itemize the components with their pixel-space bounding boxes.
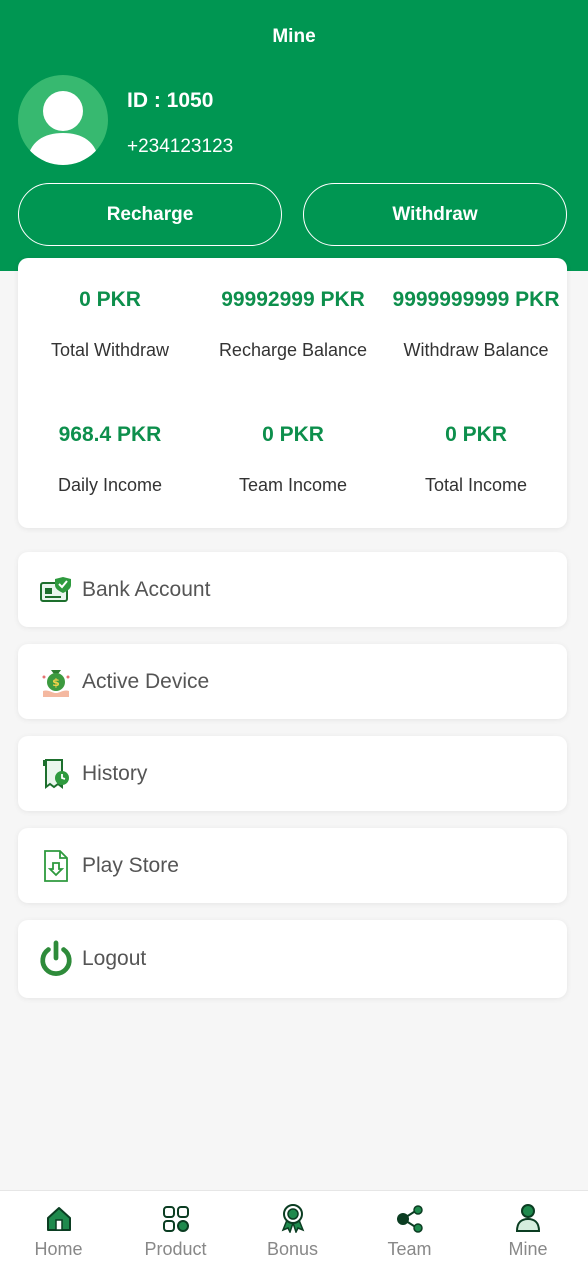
bottom-tab-bar: Home Product Bonus Team Mine [0, 1190, 588, 1262]
stat-value: 968.4 PKR [58, 423, 162, 446]
stat-withdraw-balance: 9999999999 PKR Withdraw Balance [384, 288, 568, 361]
stat-value: 9999999999 PKR [392, 288, 560, 311]
stat-recharge-balance: 99992999 PKR Recharge Balance [201, 288, 385, 361]
stat-total-withdraw: 0 PKR Total Withdraw [18, 288, 202, 361]
stat-value: 99992999 PKR [221, 288, 365, 311]
stat-label: Team Income [238, 475, 348, 495]
stat-daily-income: 968.4 PKR Daily Income [18, 423, 202, 496]
menu-label: Play Store [82, 853, 179, 877]
tab-product[interactable]: Product [117, 1191, 234, 1262]
share-icon [396, 1205, 423, 1233]
tab-label: Mine [508, 1239, 548, 1259]
menu-bank-account[interactable]: Bank Account [18, 552, 567, 627]
stat-value: 0 PKR [79, 288, 141, 311]
tab-mine[interactable]: Mine [468, 1191, 588, 1262]
stats-card: 0 PKR Total Withdraw 99992999 PKR Rechar… [18, 258, 567, 528]
download-file-icon [38, 848, 74, 884]
stat-label: Withdraw Balance [403, 340, 549, 360]
stat-label: Total Withdraw [50, 340, 170, 360]
tab-label: Bonus [266, 1239, 319, 1259]
profile-header: Mine ID : 1050 +234123123 Recharge Withd… [0, 0, 588, 271]
user-id: ID : 1050 [127, 89, 214, 112]
menu-active-device[interactable]: $ Active Device [18, 644, 567, 719]
stat-label: Daily Income [57, 475, 163, 495]
tab-label: Team [387, 1239, 432, 1259]
menu-label: Logout [82, 947, 147, 970]
menu-history[interactable]: History [18, 736, 567, 811]
recharge-button[interactable]: Recharge [18, 183, 282, 246]
stat-label: Total Income [424, 475, 528, 495]
tab-home[interactable]: Home [0, 1191, 117, 1262]
tab-label: Home [34, 1239, 83, 1259]
page-title: Mine [272, 26, 316, 47]
bank-card-icon [38, 572, 74, 608]
stat-label: Recharge Balance [218, 340, 368, 360]
stat-total-income: 0 PKR Total Income [384, 423, 568, 496]
svg-text:$: $ [52, 676, 60, 689]
tab-team[interactable]: Team [351, 1191, 468, 1262]
stat-team-income: 0 PKR Team Income [201, 423, 385, 496]
stat-value: 0 PKR [262, 423, 324, 446]
home-icon [46, 1207, 71, 1231]
menu-label: Active Device [82, 669, 210, 693]
avatar [18, 75, 108, 165]
award-icon [281, 1204, 304, 1233]
menu-label: History [82, 761, 148, 785]
user-avatar-icon [26, 91, 100, 165]
history-receipt-icon [38, 756, 74, 792]
power-icon [38, 940, 74, 977]
withdraw-button[interactable]: Withdraw [303, 183, 567, 246]
stat-value: 0 PKR [445, 423, 507, 446]
menu-logout[interactable]: Logout [18, 920, 567, 998]
tab-label: Product [144, 1239, 207, 1259]
menu-label: Bank Account [82, 577, 211, 601]
menu-play-store[interactable]: Play Store [18, 828, 567, 903]
user-icon [515, 1204, 541, 1232]
user-phone: +234123123 [127, 136, 234, 157]
tab-bonus[interactable]: Bonus [234, 1191, 351, 1262]
grid-icon [162, 1206, 189, 1232]
money-bag-hand-icon: $ [38, 664, 74, 700]
